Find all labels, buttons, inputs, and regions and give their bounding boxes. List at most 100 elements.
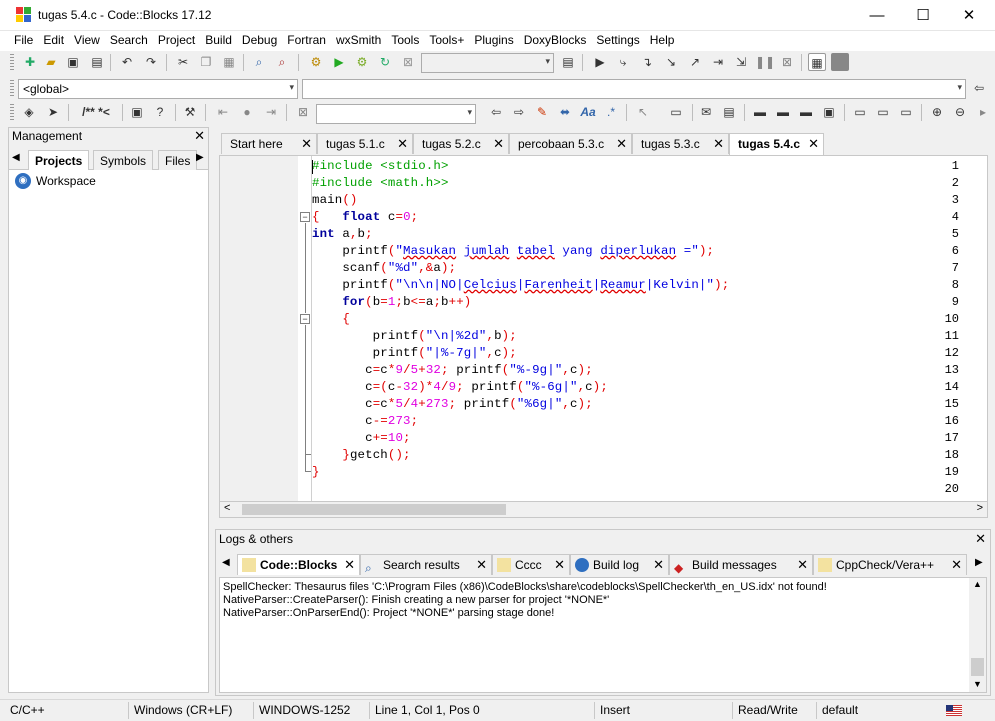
run-icon[interactable]: ▶ bbox=[330, 53, 348, 71]
shape-tool-3-icon[interactable]: ▬ bbox=[797, 103, 815, 121]
shape-tool-2-icon[interactable]: ▬ bbox=[774, 103, 792, 121]
prev-bookmark-icon[interactable]: ⇤ bbox=[214, 103, 232, 121]
tab-projects[interactable]: Projects bbox=[28, 150, 90, 171]
highlight-icon[interactable]: ✎ bbox=[533, 103, 551, 121]
envelope-tool-icon[interactable]: ✉ bbox=[697, 103, 715, 121]
find-icon[interactable]: ⌕ bbox=[250, 53, 268, 71]
zoom-out-icon[interactable]: ⊖ bbox=[951, 103, 969, 121]
menu-tools[interactable]: Tools bbox=[386, 31, 424, 47]
toolbar-grip-2[interactable] bbox=[10, 80, 14, 96]
menu-settings[interactable]: Settings bbox=[591, 31, 644, 47]
tag-icon[interactable]: ➤ bbox=[44, 103, 62, 121]
shape-tool-7-icon[interactable]: ▭ bbox=[897, 103, 915, 121]
menu-edit[interactable]: Edit bbox=[38, 31, 69, 47]
regex-icon[interactable]: .* bbox=[602, 103, 620, 121]
close-tab-icon[interactable]: ✕ bbox=[808, 136, 819, 152]
tabs-scroll-left-icon[interactable]: ◀ bbox=[12, 152, 20, 163]
save-all-icon[interactable]: ▤ bbox=[88, 53, 106, 71]
log-tab-codeblocks[interactable]: Code::Blocks ✕ bbox=[237, 554, 360, 575]
tab-tugas-5-2[interactable]: tugas 5.2.c ✕ bbox=[413, 133, 509, 154]
rect-tool-icon[interactable]: ▭ bbox=[664, 103, 688, 121]
abort-icon[interactable]: ⊠ bbox=[399, 53, 417, 71]
next-instruction-icon[interactable]: ⇥ bbox=[709, 53, 727, 71]
show-target-dialog-icon[interactable]: ▤ bbox=[559, 53, 577, 71]
menu-tools-plus[interactable]: Tools+ bbox=[424, 31, 469, 47]
save-icon[interactable]: ▣ bbox=[64, 53, 82, 71]
menu-doxyblocks[interactable]: DoxyBlocks bbox=[519, 31, 592, 47]
close-tab-icon[interactable]: ✕ bbox=[476, 557, 487, 573]
card-tool-icon[interactable]: ▤ bbox=[720, 103, 738, 121]
pause-icon[interactable]: ❚❚ bbox=[755, 53, 775, 71]
scroll-left-icon[interactable]: < bbox=[224, 502, 230, 514]
log-tab-build-messages[interactable]: ◆ Build messages ✕ bbox=[669, 554, 813, 575]
maximize-button[interactable]: ☐ bbox=[900, 0, 946, 31]
menu-search[interactable]: Search bbox=[105, 31, 153, 47]
new-file-icon[interactable]: ✚ bbox=[21, 53, 39, 71]
doxy-help-icon[interactable]: ? bbox=[151, 103, 169, 121]
log-tab-cppcheck[interactable]: CppCheck/Vera++ ✕ bbox=[813, 554, 967, 575]
menu-plugins[interactable]: Plugins bbox=[469, 31, 518, 47]
wrench-icon[interactable]: ⚒ bbox=[181, 103, 199, 121]
stop-debug-icon[interactable]: ⊠ bbox=[778, 53, 796, 71]
close-tab-icon[interactable]: ✕ bbox=[797, 557, 808, 573]
incremental-search-input[interactable]: ▾ bbox=[316, 104, 476, 124]
search-next-icon[interactable]: ⇨ bbox=[510, 103, 528, 121]
toolbar-grip[interactable] bbox=[10, 54, 14, 70]
menu-fortran[interactable]: Fortran bbox=[282, 31, 331, 47]
menu-debug[interactable]: Debug bbox=[237, 31, 282, 47]
close-tab-icon[interactable]: ✕ bbox=[951, 557, 962, 573]
scroll-down-icon[interactable]: ▼ bbox=[973, 679, 982, 689]
undo-icon[interactable]: ↶ bbox=[118, 53, 136, 71]
log-tab-build-log[interactable]: Build log ✕ bbox=[570, 554, 669, 575]
jump-back-icon[interactable]: ⇦ bbox=[970, 79, 988, 97]
menu-build[interactable]: Build bbox=[200, 31, 237, 47]
match-case-icon[interactable]: Aa bbox=[579, 103, 597, 121]
selected-only-icon[interactable]: ⬌ bbox=[556, 103, 574, 121]
build-target-select[interactable]: ▾ bbox=[421, 53, 554, 73]
tab-symbols[interactable]: Symbols bbox=[93, 150, 154, 170]
management-close-icon[interactable]: ✕ bbox=[194, 128, 205, 144]
menu-project[interactable]: Project bbox=[153, 31, 200, 47]
tab-files[interactable]: Files bbox=[158, 150, 198, 170]
close-button[interactable]: ✕ bbox=[946, 0, 992, 31]
menu-help[interactable]: Help bbox=[645, 31, 680, 47]
step-into-instruction-icon[interactable]: ⇲ bbox=[732, 53, 750, 71]
menu-file[interactable]: File bbox=[9, 31, 38, 47]
clear-search-icon[interactable]: ⊠ bbox=[294, 103, 312, 121]
logs-close-icon[interactable]: ✕ bbox=[975, 531, 986, 547]
fold-toggle-icon[interactable]: − bbox=[300, 212, 310, 222]
tab-tugas-5-3[interactable]: tugas 5.3.c ✕ bbox=[632, 133, 729, 154]
open-folder-icon[interactable]: ▰ bbox=[42, 53, 60, 71]
shape-tool-4-icon[interactable]: ▣ bbox=[820, 103, 838, 121]
close-tab-icon[interactable]: ✕ bbox=[397, 136, 408, 152]
redo-icon[interactable]: ↷ bbox=[142, 53, 160, 71]
close-tab-icon[interactable]: ✕ bbox=[713, 136, 724, 152]
minimize-button[interactable]: — bbox=[854, 0, 900, 31]
close-tab-icon[interactable]: ✕ bbox=[653, 557, 664, 573]
close-tab-icon[interactable]: ✕ bbox=[616, 136, 627, 152]
various-info-icon[interactable] bbox=[831, 53, 849, 71]
doxy-comment-button[interactable]: /** *< bbox=[74, 103, 118, 121]
cut-icon[interactable]: ✂ bbox=[174, 53, 192, 71]
scope-select[interactable]: <global> ▾ bbox=[18, 79, 298, 99]
layers-icon[interactable]: ◈ bbox=[20, 103, 38, 121]
build-and-run-icon[interactable]: ⚙ bbox=[353, 53, 371, 71]
workspace-node[interactable]: Workspace bbox=[36, 174, 96, 188]
shape-tool-1-icon[interactable]: ▬ bbox=[751, 103, 769, 121]
close-tab-icon[interactable]: ✕ bbox=[301, 136, 312, 152]
log-tab-cccc[interactable]: Cccc ✕ bbox=[492, 554, 570, 575]
next-line-icon[interactable]: ↴ bbox=[638, 53, 656, 71]
log-vertical-scrollbar[interactable]: ▲ ▼ bbox=[969, 578, 986, 692]
logs-tabs-left-icon[interactable]: ◀ bbox=[222, 557, 230, 568]
close-tab-icon[interactable]: ✕ bbox=[493, 136, 504, 152]
next-bookmark-icon[interactable]: ⇥ bbox=[262, 103, 280, 121]
fold-toggle-icon[interactable]: − bbox=[300, 314, 310, 324]
scroll-right-icon[interactable]: > bbox=[977, 502, 983, 514]
debug-windows-icon[interactable]: ▦ bbox=[808, 53, 826, 71]
build-gear-icon[interactable]: ⚙ bbox=[307, 53, 325, 71]
log-output[interactable]: SpellChecker: Thesaurus files 'C:\Progra… bbox=[219, 577, 987, 693]
tab-tugas-5-4[interactable]: tugas 5.4.c ✕ bbox=[729, 133, 824, 155]
close-tab-icon[interactable]: ✕ bbox=[554, 557, 565, 573]
zoom-in-icon[interactable]: ⊕ bbox=[928, 103, 946, 121]
pointer-icon[interactable]: ↖ bbox=[634, 103, 652, 121]
